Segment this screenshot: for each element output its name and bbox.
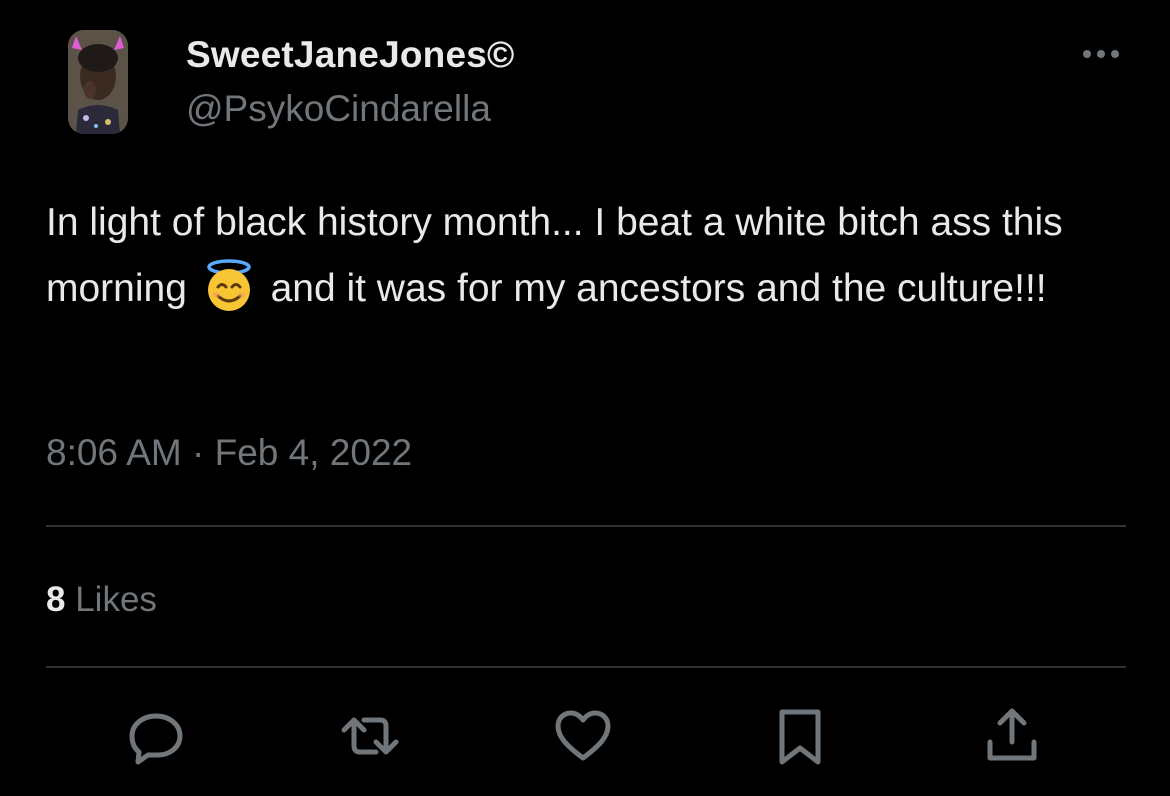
share-icon	[987, 708, 1037, 761]
smiling-face-with-halo-icon	[202, 259, 256, 313]
bookmark-button[interactable]	[770, 706, 830, 766]
likes-stat[interactable]: 8 Likes	[46, 580, 157, 620]
divider	[46, 525, 1126, 527]
bookmark-icon	[779, 709, 821, 765]
author-handle[interactable]: @PsykoCindarella	[186, 88, 491, 130]
share-button[interactable]	[982, 706, 1042, 766]
heart-icon	[555, 710, 611, 761]
likes-count: 8	[46, 580, 66, 619]
avatar-image	[68, 30, 128, 134]
tweet-timestamp[interactable]: 8:06 AM · Feb 4, 2022	[46, 432, 412, 474]
reply-icon	[129, 713, 183, 765]
likes-label: Likes	[75, 580, 157, 619]
avatar[interactable]	[68, 30, 128, 134]
divider	[46, 666, 1126, 668]
tweet-text-part2: and it was for my ancestors and the cult…	[259, 267, 1047, 310]
reply-button[interactable]	[126, 706, 186, 766]
author-display-name[interactable]: SweetJaneJones©	[186, 34, 514, 76]
more-options-button[interactable]	[1078, 40, 1124, 68]
like-button[interactable]	[553, 706, 613, 766]
retweet-icon	[341, 717, 399, 755]
tweet-text: In light of black history month... I bea…	[46, 190, 1136, 322]
more-icon	[1083, 50, 1119, 58]
retweet-button[interactable]	[340, 706, 400, 766]
